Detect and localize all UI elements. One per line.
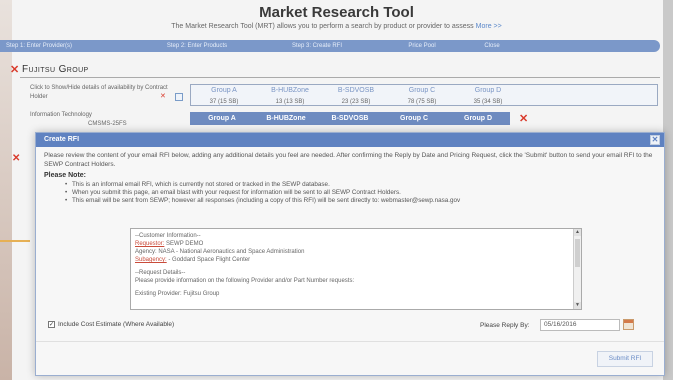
cost-estimate-label: Include Cost Estimate (Where Available) <box>58 321 175 328</box>
note-item: This email will be sent from SEWP; howev… <box>65 197 656 205</box>
email-scrollbar[interactable]: ▲ ▼ <box>573 229 581 309</box>
email-body-textarea[interactable]: --Customer Information-- Requestor: SEWP… <box>130 228 582 310</box>
it-category-label: Information Technology <box>30 112 92 118</box>
group-bar-sdvosb[interactable]: B-SDVOSB <box>318 115 382 122</box>
scroll-thumb[interactable] <box>575 239 580 267</box>
modal-divider <box>36 341 664 342</box>
calendar-toggle-icon[interactable] <box>175 93 183 101</box>
scroll-down-icon[interactable]: ▼ <box>574 302 581 309</box>
agency-line: Agency: NASA - National Aeronautics and … <box>135 249 305 255</box>
group-count-d: 35 (34 SB) <box>473 98 503 105</box>
left-edge-strip <box>0 0 12 380</box>
close-icon[interactable]: ✕ <box>650 135 660 145</box>
modal-header: Create RFI ✕ <box>36 133 664 147</box>
subagency-line: Subagency: - Goddard Space Flight Center <box>135 256 577 264</box>
group-count-hubzone: 13 (13 SB) <box>275 98 305 105</box>
cost-estimate-checkbox[interactable]: ✓ <box>48 321 55 328</box>
group-count-sdvosb: 23 (23 SB) <box>341 98 371 105</box>
group-count-a: 37 (15 SB) <box>209 98 239 105</box>
group-header-hubzone: B-HUBZone <box>271 87 309 94</box>
reply-by-date-input[interactable]: 05/16/2016 <box>540 319 620 331</box>
it-category-code: CMSMS-25FS <box>88 121 127 127</box>
selected-groups-bar: Group A B-HUBZone B-SDVOSB Group C Group… <box>190 112 510 125</box>
group-count-c: 78 (75 SB) <box>407 98 437 105</box>
customer-info-header: --Customer Information-- <box>135 233 201 239</box>
app-subtitle-text: The Market Research Tool (MRT) allows yo… <box>171 23 474 30</box>
requestor-value: SEWP DEMO <box>166 241 204 247</box>
cost-estimate-row: ✓ Include Cost Estimate (Where Available… <box>48 321 174 328</box>
note-title: Please Note: <box>44 172 87 179</box>
notes-list: This is an informal email RFI, which is … <box>44 181 656 205</box>
group-header-c: Group C <box>408 87 436 94</box>
group-bar-c[interactable]: Group C <box>382 115 446 122</box>
calendar-icon[interactable] <box>623 319 634 330</box>
request-details-text: Please provide information on the follow… <box>135 278 355 284</box>
requestor-line: Requestor: SEWP DEMO <box>135 240 577 248</box>
group-header-a: Group A <box>211 87 237 94</box>
scroll-up-icon[interactable]: ▲ <box>574 229 581 236</box>
left-accent-bar <box>0 240 30 242</box>
provider-name: Fujitsu Group <box>22 64 89 75</box>
click-to-show-hide-text: Click to Show/Hide details of availabili… <box>30 85 168 100</box>
group-header-sdvosb: B-SDVOSB <box>337 87 375 94</box>
step-enter-products[interactable]: Step 2: Enter Products <box>142 43 252 49</box>
provider-divider <box>20 77 660 78</box>
submit-rfi-button[interactable]: Submit RFI <box>597 351 653 367</box>
more-link[interactable]: More >> <box>476 23 502 30</box>
request-details-header: --Request Details-- <box>135 270 186 276</box>
step-enter-providers[interactable]: Step 1: Enter Provider(s) <box>2 43 142 49</box>
remove-category-icon[interactable]: ✕ <box>519 112 528 125</box>
app-title: Market Research Tool <box>259 4 414 21</box>
remove-provider-icon[interactable]: ✕ <box>10 63 19 76</box>
group-bar-a[interactable]: Group A <box>190 115 254 122</box>
modal-intro-text: Please review the content of your email … <box>44 152 653 168</box>
note-item: This is an informal email RFI, which is … <box>65 181 656 189</box>
modal-body: Please review the content of your email … <box>36 147 664 205</box>
app-subtitle: The Market Research Tool (MRT) allows yo… <box>0 23 673 30</box>
group-bar-d[interactable]: Group D <box>446 115 510 122</box>
subagency-value: - Goddard Space Flight Center <box>168 257 251 263</box>
existing-provider-line: Existing Provider: Fujitsu Group <box>135 291 220 297</box>
hide-details-icon[interactable]: ✕ <box>160 92 166 100</box>
modal-title: Create RFI <box>44 136 80 143</box>
requestor-key: Requestor: <box>135 241 165 247</box>
steps-bar: Step 1: Enter Provider(s) Step 2: Enter … <box>0 40 660 52</box>
group-header-d: Group D <box>474 87 502 94</box>
remove-second-provider-icon[interactable]: ✕ <box>12 153 20 164</box>
contract-group-table: Group A B-HUBZone B-SDVOSB Group C Group… <box>190 84 658 106</box>
subagency-key: Subagency: <box>135 257 167 263</box>
note-item: When you submit this page, an email blas… <box>65 189 656 197</box>
reply-by-label: Please Reply By: <box>480 322 530 329</box>
step-close[interactable]: Close <box>462 43 522 49</box>
step-create-rfi[interactable]: Step 3: Create RFI <box>252 43 382 49</box>
email-content: --Customer Information-- Requestor: SEWP… <box>131 229 581 301</box>
create-rfi-modal: Create RFI ✕ Please review the content o… <box>35 132 665 376</box>
step-price-pool[interactable]: Price Pool <box>382 43 462 49</box>
group-bar-hubzone[interactable]: B-HUBZone <box>254 115 318 122</box>
